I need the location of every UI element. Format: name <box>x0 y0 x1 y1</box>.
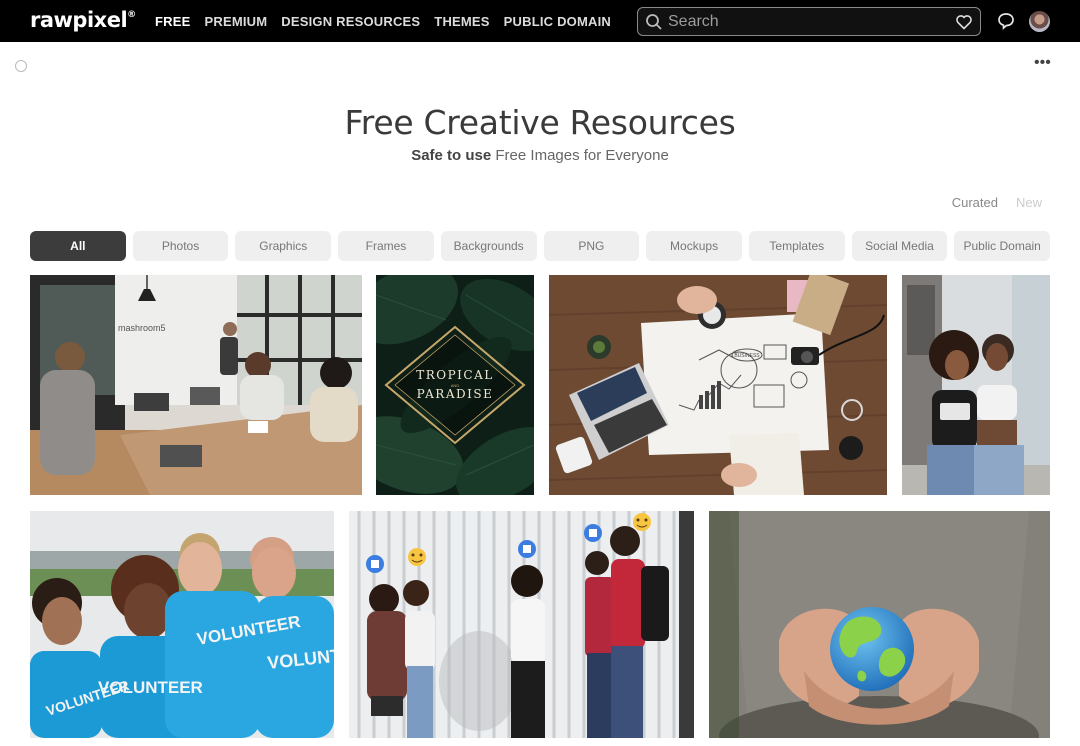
chip-backgrounds[interactable]: Backgrounds <box>440 231 537 261</box>
chip-mockups[interactable]: Mockups <box>646 231 742 261</box>
more-options-icon[interactable]: ••• <box>1034 55 1054 71</box>
office-meeting-photo[interactable]: mashroom5 <box>30 275 362 495</box>
nav-premium[interactable]: PREMIUM <box>204 14 267 29</box>
category-filter: All Photos Graphics Frames Backgrounds P… <box>30 231 1051 261</box>
tropical-paradise-photo[interactable]: TROPICAL AND PARADISE <box>376 275 534 495</box>
business-sketch-label: BUSINESS <box>734 353 760 359</box>
nav-public-domain[interactable]: PUBLIC DOMAIN <box>504 14 611 29</box>
business-planning-desk-photo[interactable]: BUSINESS <box>549 275 887 495</box>
whiteboard-text: mashroom5 <box>118 323 166 333</box>
chat-icon[interactable] <box>996 11 1016 31</box>
chip-templates[interactable]: Templates <box>748 231 845 261</box>
chip-public-domain[interactable]: Public Domain <box>954 231 1051 261</box>
subtitle-emphasis: Safe to use <box>411 147 492 164</box>
search-icon[interactable] <box>645 13 663 31</box>
teens-social-media-photo[interactable] <box>349 511 694 738</box>
heart-icon[interactable] <box>955 13 973 31</box>
nav-free[interactable]: FREE <box>155 14 190 29</box>
chip-social-media[interactable]: Social Media <box>851 231 948 261</box>
page-subtitle: Safe to use Free Images for Everyone <box>0 147 1080 164</box>
hands-holding-globe-photo[interactable] <box>709 511 1050 738</box>
sort-curated[interactable]: Curated <box>952 195 998 210</box>
volunteers-group-photo[interactable]: VOLUNTEER VOLUNTEER VOLUNTEER VOLUNTEER <box>30 511 334 738</box>
main-nav: FREE PREMIUM DESIGN RESOURCES THEMES PUB… <box>155 0 625 42</box>
sort-new[interactable]: New <box>1016 195 1042 210</box>
nav-design-resources[interactable]: DESIGN RESOURCES <box>281 14 420 29</box>
subtitle-text: Free Images for Everyone <box>495 147 669 164</box>
chip-png[interactable]: PNG <box>543 231 640 261</box>
nav-themes[interactable]: THEMES <box>434 14 489 29</box>
chip-frames[interactable]: Frames <box>338 231 434 261</box>
chip-all[interactable]: All <box>30 231 126 261</box>
chip-graphics[interactable]: Graphics <box>235 231 332 261</box>
top-navigation-bar: rawpixel® FREE PREMIUM DESIGN RESOURCES … <box>0 0 1080 42</box>
tropical-text-line2: PARADISE <box>417 387 494 401</box>
friends-phone-photo[interactable] <box>902 275 1050 495</box>
search-box <box>637 7 981 36</box>
rawpixel-logo[interactable]: rawpixel® <box>30 8 136 32</box>
chip-photos[interactable]: Photos <box>132 231 229 261</box>
tropical-text-line1: TROPICAL <box>416 368 494 382</box>
page-title: Free Creative Resources <box>344 103 736 142</box>
search-input[interactable] <box>668 11 948 33</box>
select-circle-icon[interactable] <box>15 60 27 72</box>
user-avatar[interactable] <box>1029 11 1050 32</box>
sort-toggle: Curated New <box>952 195 1042 210</box>
